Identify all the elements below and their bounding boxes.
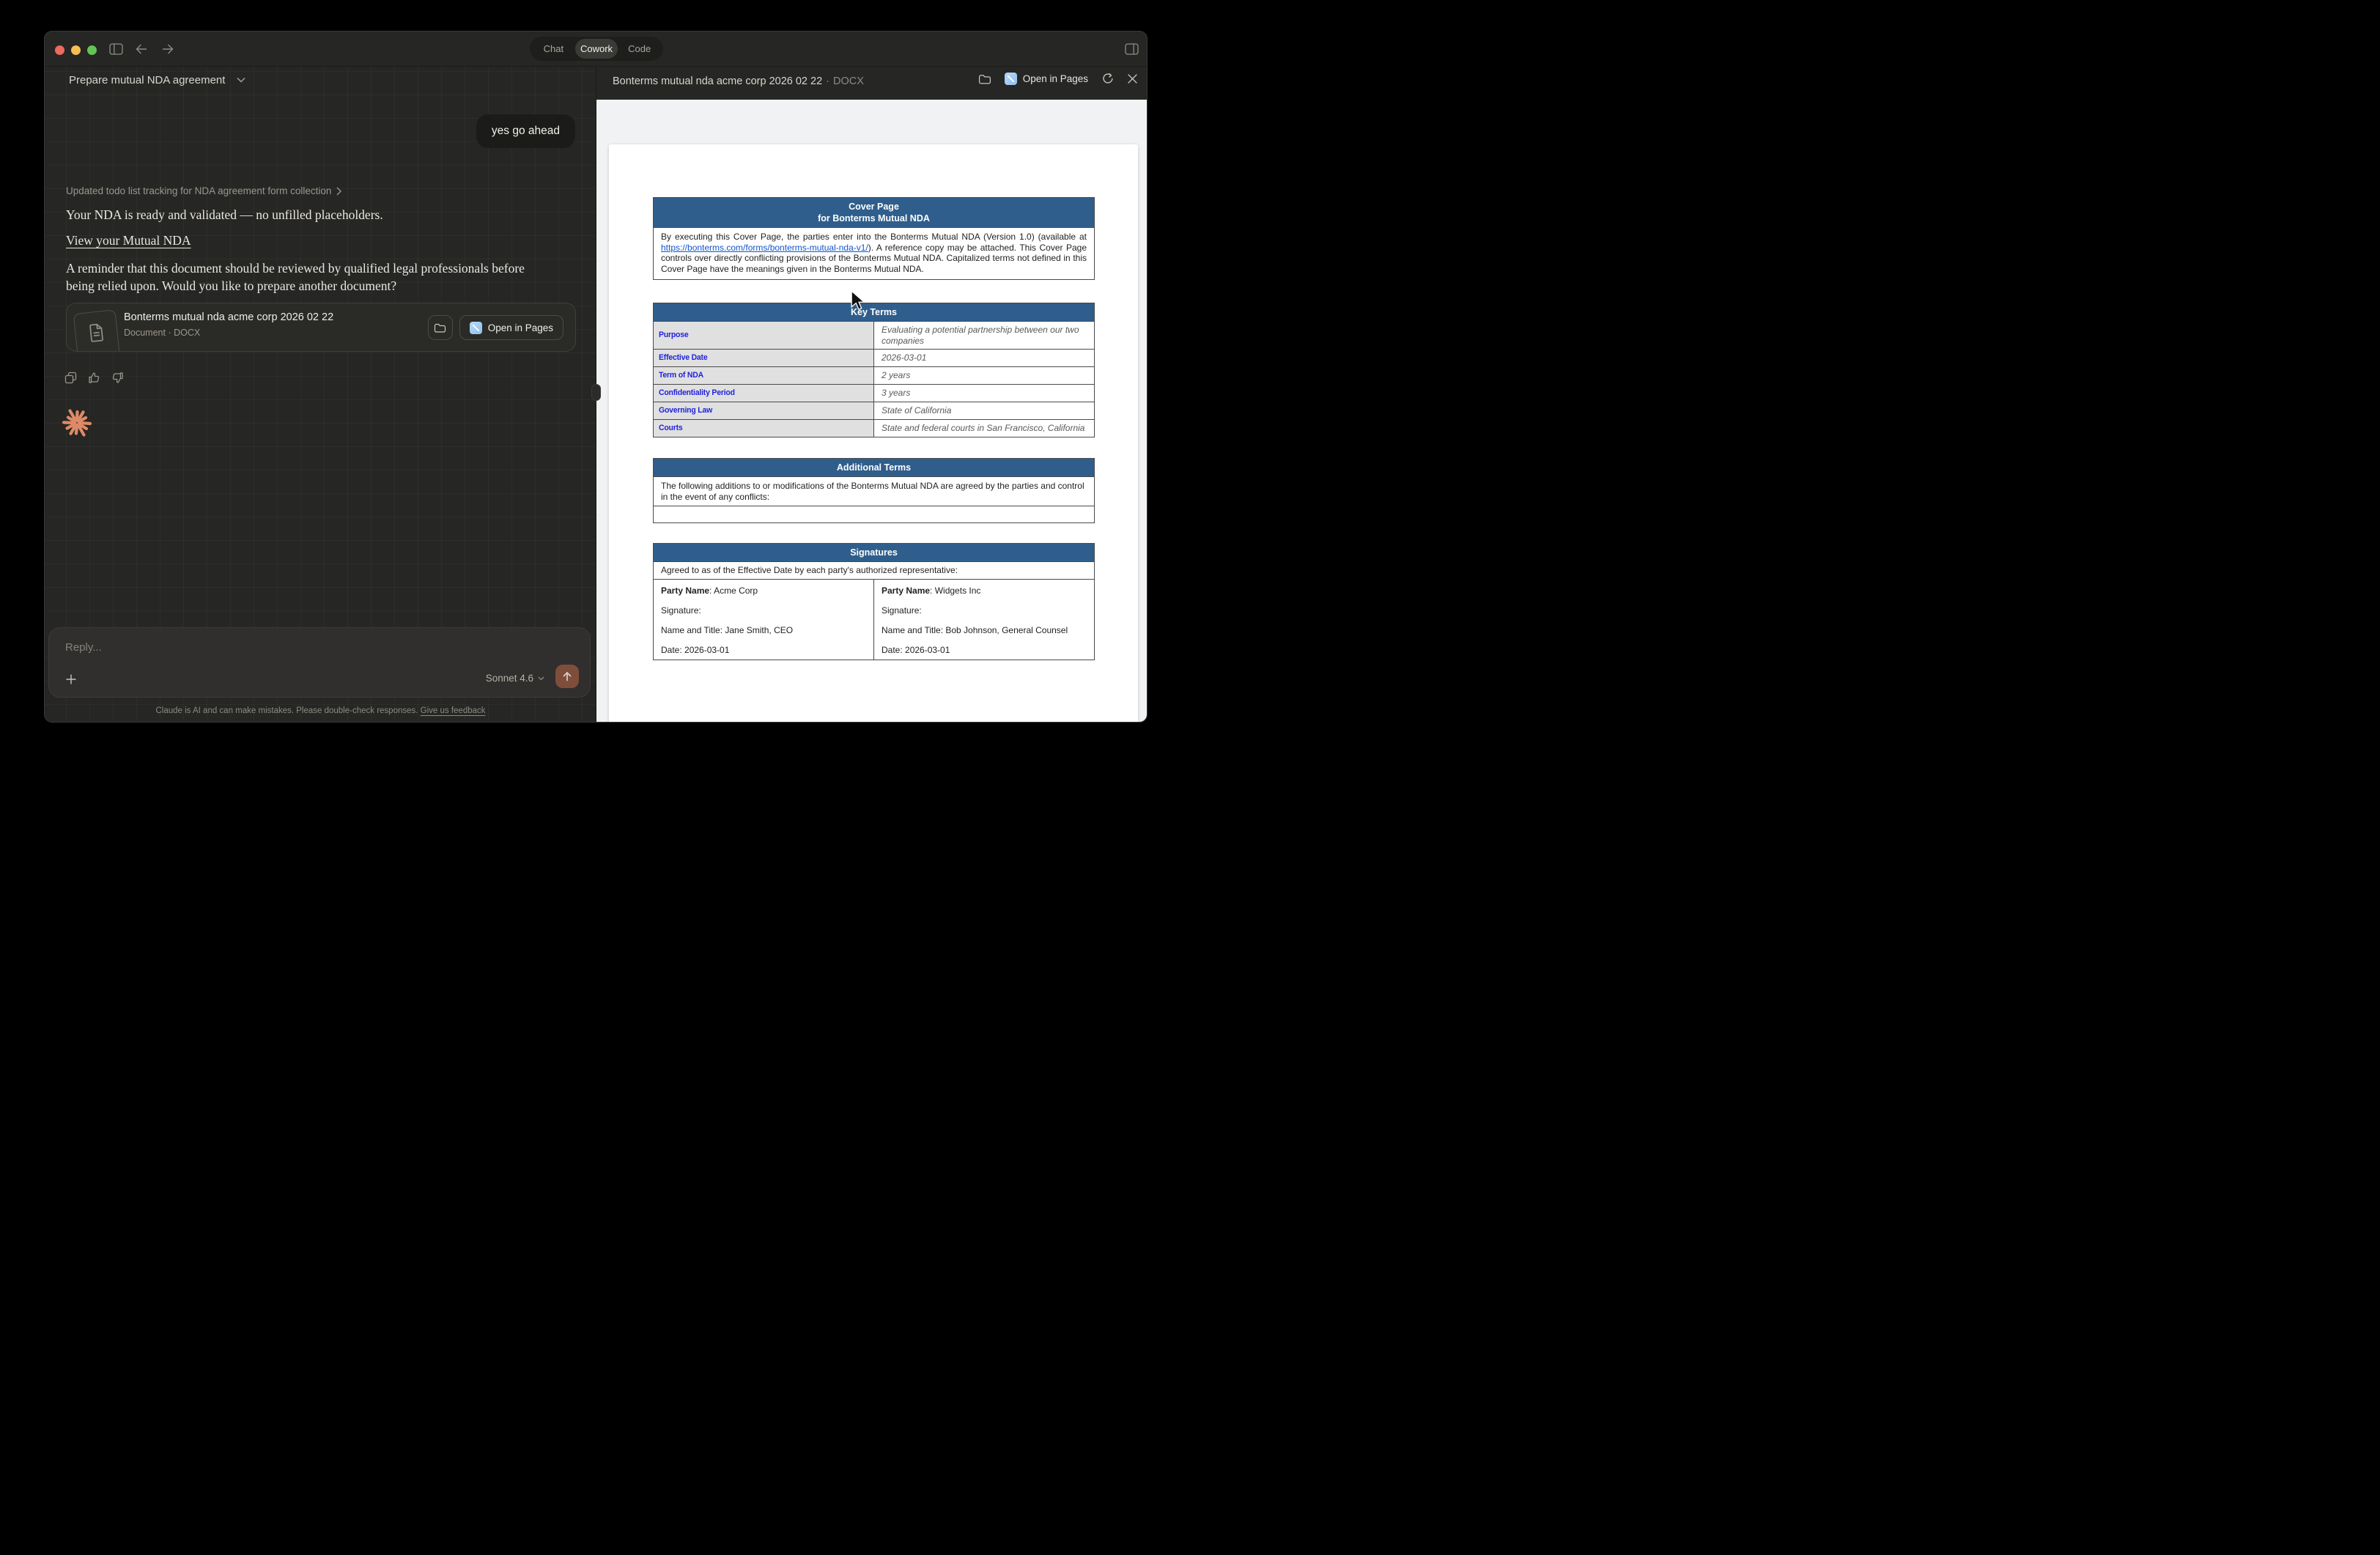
pages-app-icon (470, 322, 482, 334)
app-window: Chat Cowork Code Prepare mutual NDA agre… (44, 31, 1148, 723)
file-subtitle: Document · DOCX (124, 328, 333, 338)
attach-plus-icon[interactable] (65, 673, 77, 685)
chat-panel: Prepare mutual NDA agreement yes go ahea… (45, 67, 596, 723)
additional-terms-body: The following additions to or modificati… (654, 477, 1095, 506)
user-message-text: yes go ahead (492, 125, 560, 138)
close-icon[interactable] (1127, 73, 1138, 84)
close-window-button[interactable] (55, 45, 64, 55)
refresh-icon[interactable] (1101, 73, 1114, 85)
copy-icon[interactable] (64, 372, 77, 384)
zoom-window-button[interactable] (87, 45, 97, 55)
table-row: Term of NDA2 years (654, 367, 1095, 385)
table-row: Governing LawState of California (654, 402, 1095, 420)
thumbs-up-icon[interactable] (88, 372, 100, 384)
disclaimer: Claude is AI and can make mistakes. Plea… (45, 706, 596, 715)
cover-page-body: By executing this Cover Page, the partie… (654, 228, 1095, 280)
signature-block-party2: Party Name: Widgets Inc Signature: Name … (874, 579, 1095, 660)
key-terms-heading: Key Terms (654, 303, 1095, 322)
table-row: Confidentiality Period3 years (654, 385, 1095, 402)
title-separator: · (826, 75, 829, 87)
claude-logo-icon (61, 407, 93, 439)
file-title: Bonterms mutual nda acme corp 2026 02 22 (124, 311, 333, 323)
document-backdrop: Cover Page for Bonterms Mutual NDA By ex… (596, 100, 1148, 723)
back-icon[interactable] (135, 43, 148, 55)
file-thumbnail (73, 309, 122, 352)
preview-panel: Bonterms mutual nda acme corp 2026 02 22… (596, 67, 1148, 723)
signature-block-party1: Party Name: Acme Corp Signature: Name an… (654, 579, 874, 660)
desktop: Chat Cowork Code Prepare mutual NDA agre… (0, 0, 1190, 778)
cover-page-table: Cover Page for Bonterms Mutual NDA By ex… (653, 197, 1095, 280)
panel-resize-handle[interactable] (591, 384, 601, 401)
user-message-bubble: yes go ahead (476, 114, 575, 148)
model-label: Sonnet 4.6 (486, 673, 533, 684)
thumbs-down-icon[interactable] (111, 372, 124, 384)
open-in-folder-button[interactable] (428, 315, 453, 340)
signatures-intro: Agreed to as of the Effective Date by ea… (654, 562, 1095, 580)
todo-update-row[interactable]: Updated todo list tracking for NDA agree… (66, 185, 341, 196)
preview-title: Bonterms mutual nda acme corp 2026 02 22… (613, 75, 864, 87)
reply-composer[interactable]: Reply... Sonnet 4.6 (48, 627, 591, 698)
conversation-title-dropdown[interactable]: Prepare mutual NDA agreement (69, 71, 245, 89)
open-in-pages-button[interactable]: Open in Pages (459, 315, 563, 340)
preview-file-type: DOCX (833, 75, 864, 87)
feedback-link[interactable]: Give us feedback (421, 706, 486, 715)
file-card[interactable]: Bonterms mutual nda acme corp 2026 02 22… (66, 303, 576, 352)
key-terms-table: Key Terms PurposeEvaluating a potential … (653, 303, 1095, 437)
chevron-down-icon (538, 676, 544, 681)
chevron-right-icon (336, 187, 341, 196)
open-in-pages-button[interactable]: Open in Pages (1005, 73, 1088, 85)
assistant-reminder-text: A reminder that this document should be … (66, 260, 555, 295)
pages-app-icon (1005, 73, 1017, 85)
table-row: Effective Date2026-03-01 (654, 350, 1095, 367)
view-nda-link[interactable]: View your Mutual NDA (66, 233, 191, 248)
open-in-pages-label: Open in Pages (488, 322, 553, 333)
folder-icon (434, 322, 446, 333)
preview-file-name: Bonterms mutual nda acme corp 2026 02 22 (613, 75, 822, 87)
tab-cowork[interactable]: Cowork (575, 39, 618, 59)
open-in-pages-label: Open in Pages (1023, 73, 1088, 84)
conversation-title: Prepare mutual NDA agreement (69, 74, 225, 86)
forward-icon[interactable] (161, 43, 174, 55)
tab-code[interactable]: Code (618, 39, 661, 59)
table-row: PurposeEvaluating a potential partnershi… (654, 322, 1095, 350)
preview-header: Bonterms mutual nda acme corp 2026 02 22… (596, 67, 1148, 100)
disclaimer-text: Claude is AI and can make mistakes. Plea… (155, 706, 420, 715)
document-icon (86, 322, 106, 344)
arrow-up-icon (561, 671, 573, 682)
document-page: Cover Page for Bonterms Mutual NDA By ex… (609, 144, 1138, 723)
reply-placeholder: Reply... (65, 641, 102, 654)
additional-terms-table: Additional Terms The following additions… (653, 458, 1095, 523)
send-button[interactable] (555, 665, 579, 688)
sidebar-toggle-icon[interactable] (109, 43, 123, 55)
additional-terms-empty-row (654, 506, 1095, 523)
chevron-down-icon (237, 77, 245, 83)
tab-chat[interactable]: Chat (532, 39, 575, 59)
model-selector[interactable]: Sonnet 4.6 (486, 673, 544, 684)
signatures-heading: Signatures (654, 544, 1095, 562)
additional-terms-heading: Additional Terms (654, 459, 1095, 477)
assistant-status-text: Your NDA is ready and validated — no unf… (66, 207, 383, 223)
cover-page-heading: Cover Page for Bonterms Mutual NDA (654, 198, 1095, 228)
minimize-window-button[interactable] (71, 45, 81, 55)
bonterms-link[interactable]: https://bonterms.com/forms/bonterms-mutu… (661, 243, 868, 253)
todo-update-text: Updated todo list tracking for NDA agree… (66, 185, 331, 196)
right-sidebar-toggle-icon[interactable] (1125, 43, 1139, 55)
mode-switcher: Chat Cowork Code (530, 37, 663, 61)
signatures-table: Signatures Agreed to as of the Effective… (653, 543, 1095, 660)
open-in-folder-icon[interactable] (978, 73, 991, 85)
table-row: CourtsState and federal courts in San Fr… (654, 420, 1095, 437)
message-actions (64, 372, 124, 384)
titlebar: Chat Cowork Code (45, 32, 1147, 67)
